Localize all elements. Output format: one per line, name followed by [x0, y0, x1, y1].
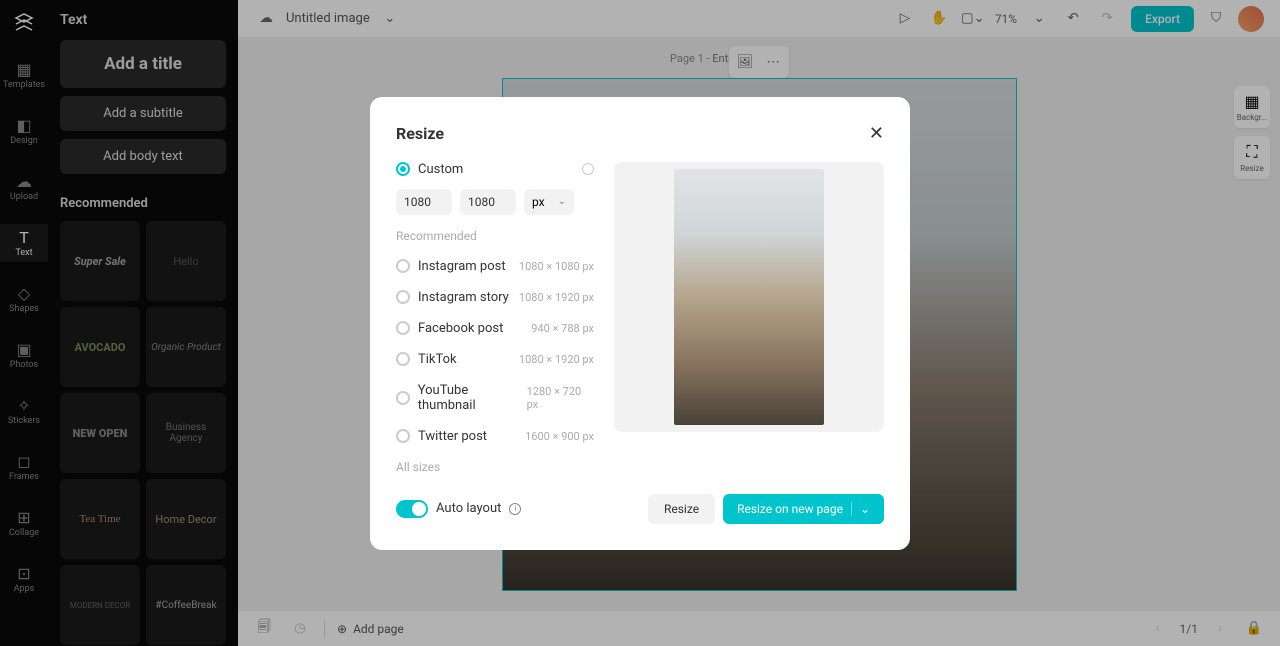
- preset-tiktok[interactable]: TikTok1080 × 1920 px: [396, 344, 594, 375]
- recommended-label: Recommended: [396, 229, 594, 243]
- resize-button[interactable]: Resize: [648, 494, 715, 524]
- unit-select[interactable]: px ⌄: [524, 189, 574, 215]
- chevron-down-icon: ⌄: [558, 196, 566, 207]
- radio-icon: [396, 259, 410, 273]
- height-input[interactable]: [460, 189, 516, 215]
- preset-facebook-post[interactable]: Facebook post940 × 788 px: [396, 313, 594, 344]
- auto-layout-toggle[interactable]: [396, 500, 428, 518]
- preset-youtube-thumbnail[interactable]: YouTube thumbnail1280 × 720 px: [396, 375, 594, 421]
- radio-checked-icon: [396, 162, 410, 176]
- radio-icon: [396, 391, 410, 405]
- radio-icon: [396, 352, 410, 366]
- preset-instagram-post[interactable]: Instagram post1080 × 1080 px: [396, 251, 594, 282]
- preset-twitter-post[interactable]: Twitter post1600 × 900 px: [396, 421, 594, 452]
- close-icon[interactable]: ✕: [869, 123, 884, 144]
- link-icon[interactable]: [582, 163, 594, 175]
- modal-overlay[interactable]: Resize ✕ Custom px ⌄: [0, 0, 1280, 646]
- chevron-down-icon: ⌄: [851, 502, 870, 516]
- modal-title: Resize: [396, 124, 444, 143]
- width-input[interactable]: [396, 189, 452, 215]
- resize-modal: Resize ✕ Custom px ⌄: [370, 97, 910, 550]
- info-icon[interactable]: i: [509, 503, 521, 515]
- preset-instagram-story[interactable]: Instagram story1080 × 1920 px: [396, 282, 594, 313]
- preview-image: [674, 169, 824, 425]
- resize-new-page-button[interactable]: Resize on new page ⌄: [723, 494, 884, 524]
- custom-radio-row[interactable]: Custom: [396, 162, 463, 177]
- radio-icon: [396, 290, 410, 304]
- preview-area: [614, 162, 884, 432]
- radio-icon: [396, 429, 410, 443]
- all-sizes-label: All sizes: [396, 460, 594, 474]
- radio-icon: [396, 321, 410, 335]
